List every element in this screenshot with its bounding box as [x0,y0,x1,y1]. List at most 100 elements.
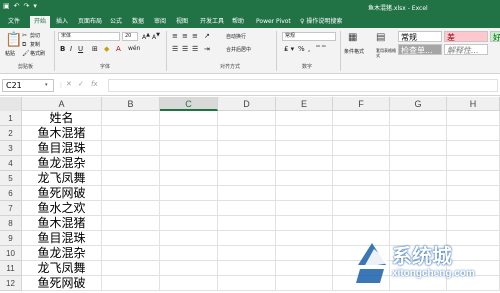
cell[interactable] [447,171,500,186]
row-header[interactable]: 7 [0,201,22,216]
tab-power-pivot[interactable]: Power Pivot [252,16,295,28]
style-check-cell[interactable]: 检查单... [398,44,442,55]
phonetic-icon[interactable]: wén [128,45,140,52]
tab-formulas[interactable]: 公式 [106,16,126,28]
cell[interactable] [276,141,333,156]
conditional-format-icon[interactable]: ▦ [348,33,357,43]
conditional-format-button[interactable]: 条件格式 [344,48,364,55]
cell[interactable] [102,186,160,201]
cell[interactable] [160,156,218,171]
shrink-font-icon[interactable]: A▼ [152,32,160,41]
comma-icon[interactable]: , [308,45,310,53]
copy-button[interactable]: 复制 [30,41,40,48]
cell[interactable] [102,201,160,216]
cell[interactable] [160,201,218,216]
copy-icon[interactable]: ⧉ [22,41,26,49]
orientation-icon[interactable]: ↗ [204,32,210,40]
italic-icon[interactable]: I [70,45,72,53]
cell-a[interactable]: 鱼水之欢 [22,201,102,216]
tab-help[interactable]: 帮助 [228,16,248,28]
cell[interactable] [333,141,390,156]
underline-icon[interactable]: U [78,45,83,53]
column-header-h[interactable]: H [447,97,500,111]
cell[interactable] [102,246,160,261]
cell[interactable] [102,111,160,126]
cell[interactable] [160,216,218,231]
cell[interactable] [333,201,390,216]
tab-insert[interactable]: 插入 [52,16,72,28]
merge-center-button[interactable]: 合并后居中 [226,46,251,53]
cell[interactable] [447,201,500,216]
cell[interactable] [333,156,390,171]
font-color-icon[interactable]: A [116,45,121,53]
tab-file[interactable]: 文件 [4,16,24,28]
row-header[interactable]: 10 [0,246,22,261]
cell[interactable] [276,231,333,246]
paste-label[interactable]: 粘贴 [5,50,15,57]
cell[interactable] [276,126,333,141]
cell[interactable] [160,171,218,186]
cell[interactable] [447,216,500,231]
table-format-button[interactable]: 套用表格格式 [376,48,396,58]
cell-a[interactable]: 姓名 [22,111,102,126]
cell[interactable] [390,201,447,216]
row-header[interactable]: 11 [0,261,22,276]
cell-a[interactable]: 鱼死网破 [22,186,102,201]
cell[interactable] [218,186,276,201]
indent-icon[interactable]: ⇥ [204,45,210,53]
cell-a[interactable]: 龙飞凤舞 [22,261,102,276]
cell[interactable] [276,111,333,126]
grow-font-icon[interactable]: A▲ [142,32,150,41]
cell[interactable] [218,261,276,276]
row-header[interactable]: 4 [0,156,22,171]
row-header[interactable]: 3 [0,141,22,156]
format-painter-icon[interactable]: 🖌 [22,50,30,58]
cell[interactable] [218,111,276,126]
cut-button[interactable]: 剪切 [30,32,40,39]
chevron-down-icon[interactable]: ▾ [45,82,48,88]
select-all-button[interactable] [0,97,22,111]
align-right-icon[interactable]: ☰ [192,45,198,53]
cell[interactable] [218,231,276,246]
tab-home[interactable]: 开始 [30,16,51,28]
row-header[interactable]: 9 [0,231,22,246]
insert-function-icon[interactable]: fx [91,80,98,88]
bold-icon[interactable]: B [60,45,65,53]
cell-a[interactable]: 鱼木混猪 [22,216,102,231]
cell[interactable] [333,126,390,141]
cell[interactable] [160,246,218,261]
column-header-f[interactable]: F [333,97,390,111]
cell[interactable] [160,231,218,246]
customize-icon[interactable]: ▾ [33,2,37,11]
cell[interactable] [218,156,276,171]
style-normal[interactable]: 常规 [398,31,442,42]
cell[interactable] [102,126,160,141]
column-header-c[interactable]: C [160,97,218,111]
save-icon[interactable]: ▣ [3,2,10,11]
cell[interactable] [218,216,276,231]
cancel-icon[interactable]: ✕ [66,80,72,88]
cell[interactable] [160,261,218,276]
cell[interactable] [447,156,500,171]
cell[interactable] [102,216,160,231]
paste-icon[interactable]: 📋 [5,33,22,47]
cell[interactable] [102,261,160,276]
number-format-combo[interactable]: 常规 [282,32,336,41]
cell[interactable] [333,186,390,201]
cell[interactable] [160,126,218,141]
cell-a[interactable]: 鱼目混珠 [22,141,102,156]
cell[interactable] [390,171,447,186]
align-left-icon[interactable]: ☰ [172,45,178,53]
format-painter-button[interactable]: 格式刷 [30,50,45,57]
tab-page-layout[interactable]: 页面布局 [74,16,106,28]
cell-a[interactable]: 鱼木混猪 [22,126,102,141]
redo-icon[interactable]: ↷ [24,2,30,11]
cell[interactable] [218,171,276,186]
border-icon[interactable]: ⊞ [92,45,98,53]
cut-icon[interactable]: ✂ [22,32,27,40]
row-header[interactable]: 8 [0,216,22,231]
cell[interactable] [447,141,500,156]
undo-icon[interactable]: ↶ [14,2,20,11]
cell[interactable] [218,126,276,141]
cell[interactable] [102,156,160,171]
